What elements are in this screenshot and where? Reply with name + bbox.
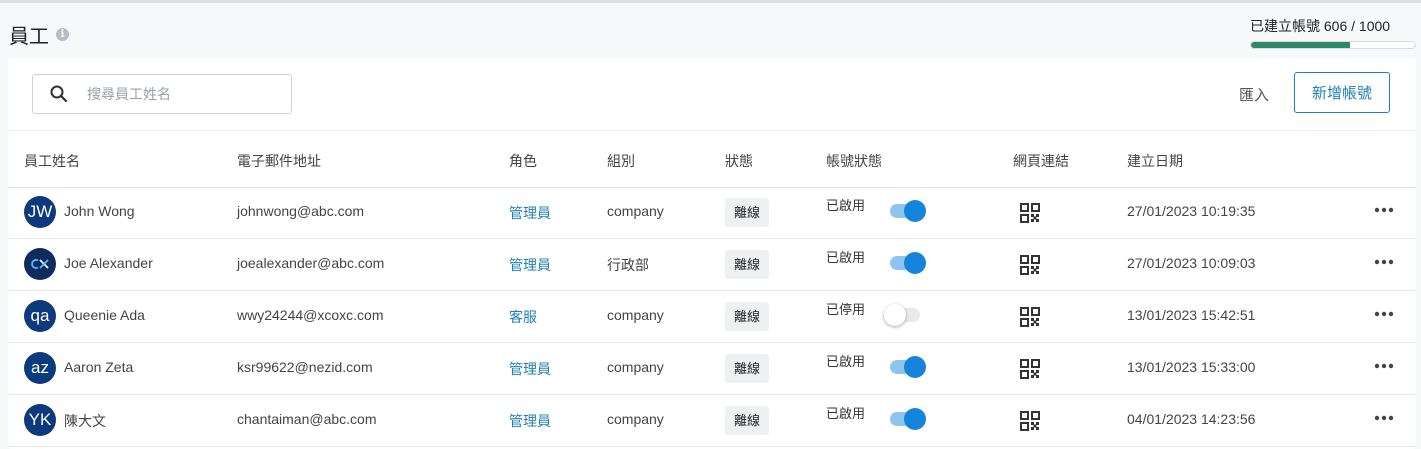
header-email[interactable]: 電子郵件地址 [237,151,321,171]
status-badge: 離線 [725,354,769,383]
add-account-button[interactable]: 新增帳號 [1294,72,1390,113]
role-link[interactable]: 管理員 [509,203,551,223]
employee-card: 匯入 新增帳號 員工姓名 電子郵件地址 角色 組別 狀態 帳號狀態 網頁連結 建… [8,58,1416,449]
account-toggle[interactable] [884,304,920,326]
status-badge: 離線 [725,198,769,227]
toggle-knob [904,200,926,222]
more-options-icon[interactable] [1374,204,1394,216]
created-date: 13/01/2023 15:33:00 [1127,359,1256,375]
status-badge: 離線 [725,406,769,435]
created-date: 27/01/2023 10:09:03 [1127,255,1256,271]
account-status-label: 已停用 [826,302,866,317]
group-name: company [607,203,664,219]
account-toggle[interactable] [890,252,926,274]
header-name[interactable]: 員工姓名 [24,151,80,171]
toggle-knob [904,408,926,430]
info-icon[interactable]: i [56,28,69,41]
role-link[interactable]: 客服 [509,307,537,327]
qr-code-icon[interactable] [1020,203,1040,223]
employee-name: 陳大文 [64,413,106,429]
account-status-label: 已啟用 [826,354,866,369]
account-quota: 已建立帳號 606 / 1000 [1250,16,1416,49]
header-web-link[interactable]: 網頁連結 [1013,151,1069,171]
table-row[interactable]: qa Queenie Ada wwy24244@xcoxc.com 客服 com… [8,291,1416,343]
avatar: JW [24,196,56,228]
employee-email: chantaiman@abc.com [237,411,377,427]
top-divider [0,0,1421,3]
account-status-label: 已啟用 [826,250,866,265]
header-created-date[interactable]: 建立日期 [1127,151,1183,171]
employee-email: joealexander@abc.com [237,255,385,271]
quota-label: 已建立帳號 606 / 1000 [1250,18,1391,34]
role-link[interactable]: 管理員 [509,359,551,379]
employee-email: johnwong@abc.com [237,203,365,219]
search-input[interactable] [85,76,285,112]
quota-progress-bar [1250,41,1416,49]
employee-email: wwy24244@xcoxc.com [237,307,384,323]
page-title-group: 員工 i [9,20,69,49]
search-box[interactable] [32,74,292,114]
employee-name: John Wong [64,203,135,219]
avatar: az [24,352,56,384]
account-toggle[interactable] [890,356,926,378]
table-row[interactable]: YK 陳大文 chantaiman@abc.com 管理員 company 離線… [8,395,1416,447]
employee-name: Queenie Ada [64,307,145,323]
employee-name: Aaron Zeta [64,359,134,375]
import-link[interactable]: 匯入 [1239,84,1269,105]
status-badge: 離線 [725,302,769,331]
group-name: company [607,411,664,427]
group-name: company [607,359,664,375]
role-link[interactable]: 管理員 [509,411,551,431]
qr-code-icon[interactable] [1020,411,1040,431]
toggle-knob [904,252,926,274]
avatar: qa [24,300,56,332]
qr-code-icon[interactable] [1020,307,1040,327]
account-status-label: 已啟用 [826,406,866,421]
avatar: YK [24,404,56,436]
account-toggle[interactable] [890,408,926,430]
table-header: 員工姓名 電子郵件地址 角色 組別 狀態 帳號狀態 網頁連結 建立日期 [8,130,1416,188]
group-name: 行政部 [607,257,649,273]
table-row[interactable]: Joe Alexander joealexander@abc.com 管理員 行… [8,239,1416,291]
search-icon [50,85,68,103]
header-role[interactable]: 角色 [509,151,537,171]
created-date: 27/01/2023 10:19:35 [1127,203,1256,219]
quota-progress-fill [1251,42,1351,48]
employee-email: ksr99622@nezid.com [237,359,373,375]
more-options-icon[interactable] [1374,256,1394,268]
more-options-icon[interactable] [1374,308,1394,320]
account-status-label: 已啟用 [826,198,866,213]
header-status[interactable]: 狀態 [725,151,753,171]
qr-code-icon[interactable] [1020,255,1040,275]
header-account-status[interactable]: 帳號狀態 [826,151,882,171]
more-options-icon[interactable] [1374,412,1394,424]
table-row[interactable]: az Aaron Zeta ksr99622@nezid.com 管理員 com… [8,343,1416,395]
created-date: 13/01/2023 15:42:51 [1127,307,1256,323]
toggle-knob [884,304,906,326]
created-date: 04/01/2023 14:23:56 [1127,411,1256,427]
toggle-knob [904,356,926,378]
status-badge: 離線 [725,250,769,279]
group-name: company [607,307,664,323]
cx-logo-icon [24,248,56,280]
account-toggle[interactable] [890,200,926,222]
more-options-icon[interactable] [1374,360,1394,372]
qr-code-icon[interactable] [1020,359,1040,379]
header-group[interactable]: 組別 [607,151,635,171]
page-title: 員工 [9,26,49,48]
table-row[interactable]: JW John Wong johnwong@abc.com 管理員 compan… [8,187,1416,239]
role-link[interactable]: 管理員 [509,255,551,275]
employee-name: Joe Alexander [64,255,153,271]
